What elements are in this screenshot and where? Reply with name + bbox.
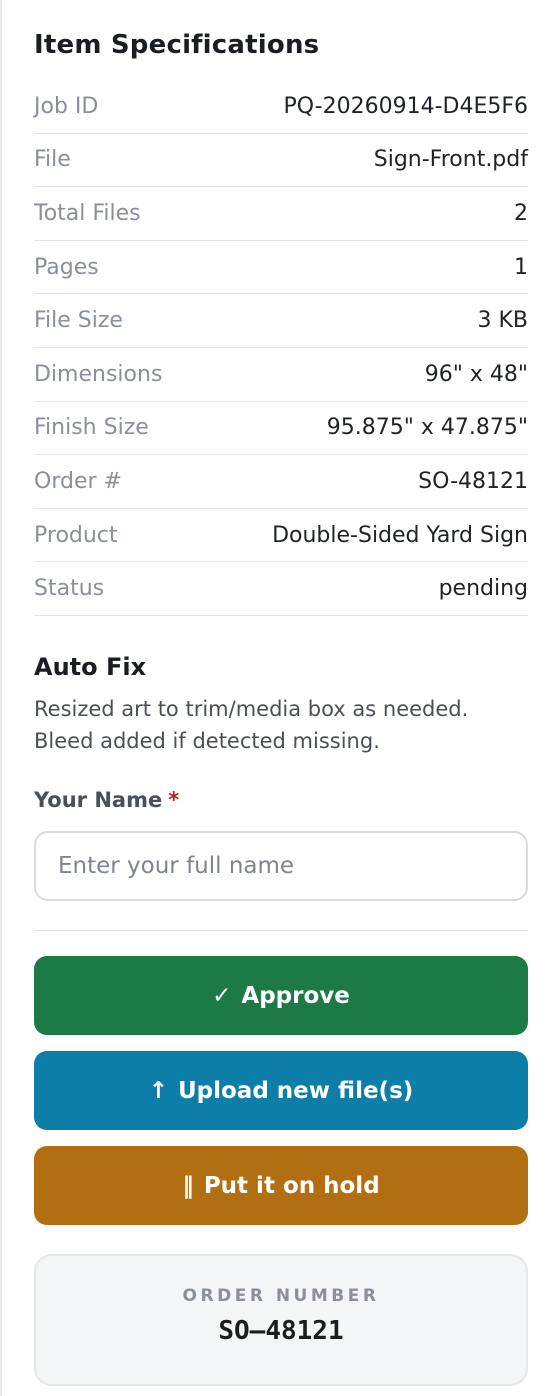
status-value: pending	[438, 576, 528, 602]
spec-row-file: File Sign-Front.pdf	[34, 134, 528, 188]
spec-value: 3 KB	[477, 308, 528, 334]
spec-row-job-id: Job ID PQ-20260914-D4E5F6	[34, 80, 528, 134]
auto-fix-line-1: Resized art to trim/media box as needed.	[34, 697, 469, 721]
spec-label: Finish Size	[34, 415, 149, 441]
spec-row-finish-size: Finish Size 95.875" x 47.875"	[34, 402, 528, 456]
spec-row-total-files: Total Files 2	[34, 187, 528, 241]
hold-button-label: Put it on hold	[203, 1172, 380, 1199]
spec-row-status: Status pending	[34, 562, 528, 616]
spec-value: PQ-20260914-D4E5F6	[283, 93, 528, 119]
auto-fix-line-2: Bleed added if detected missing.	[34, 729, 380, 753]
spec-label: Dimensions	[34, 361, 163, 387]
spec-label: Product	[34, 522, 118, 548]
checkmark-icon: ✓	[212, 982, 232, 1009]
spec-label: Status	[34, 576, 105, 602]
spec-value: 95.875" x 47.875"	[326, 415, 528, 441]
spec-label: Job ID	[34, 93, 99, 119]
order-number-card: ORDER NUMBER SO–48121	[34, 1254, 528, 1386]
put-on-hold-button[interactable]: ‖ Put it on hold	[34, 1146, 528, 1225]
pause-icon: ‖	[182, 1172, 194, 1199]
spec-row-pages: Pages 1	[34, 241, 528, 295]
your-name-label: Your Name *	[34, 788, 179, 812]
approve-button-label: Approve	[241, 982, 350, 1009]
specifications-table: Job ID PQ-20260914-D4E5F6 File Sign-Fron…	[34, 80, 528, 616]
spec-value: 1	[514, 254, 528, 280]
auto-fix-title: Auto Fix	[34, 653, 147, 681]
spec-label: Total Files	[34, 200, 141, 226]
spec-value: Sign-Front.pdf	[373, 147, 528, 173]
spec-value: 2	[514, 200, 528, 226]
upload-button-label: Upload new file(s)	[177, 1077, 414, 1104]
spec-row-order-number: Order # SO-48121	[34, 455, 528, 509]
specifications-title: Item Specifications	[34, 30, 320, 60]
approve-button[interactable]: ✓ Approve	[34, 956, 528, 1035]
spec-value: SO-48121	[418, 468, 528, 494]
spec-row-file-size: File Size 3 KB	[34, 294, 528, 348]
your-name-label-text: Your Name	[34, 788, 163, 812]
full-name-input[interactable]	[34, 831, 528, 901]
spec-row-dimensions: Dimensions 96" x 48"	[34, 348, 528, 402]
spec-value: Double-Sided Yard Sign	[272, 522, 528, 548]
order-number-value: SO–48121	[218, 1316, 344, 1346]
spec-label: File	[34, 147, 71, 173]
left-edge-divider	[0, 0, 2, 1396]
section-divider	[34, 930, 528, 931]
auto-fix-description: Resized art to trim/media box as needed.…	[34, 693, 528, 757]
spec-row-product: Product Double-Sided Yard Sign	[34, 509, 528, 563]
spec-label: Pages	[34, 254, 99, 280]
spec-label: Order #	[34, 468, 122, 494]
spec-label: File Size	[34, 308, 123, 334]
upload-arrow-icon: ↑	[148, 1077, 168, 1104]
order-number-caption: ORDER NUMBER	[182, 1286, 380, 1306]
upload-new-files-button[interactable]: ↑ Upload new file(s)	[34, 1051, 528, 1130]
required-marker: *	[168, 788, 180, 812]
spec-value: 96" x 48"	[424, 361, 528, 387]
